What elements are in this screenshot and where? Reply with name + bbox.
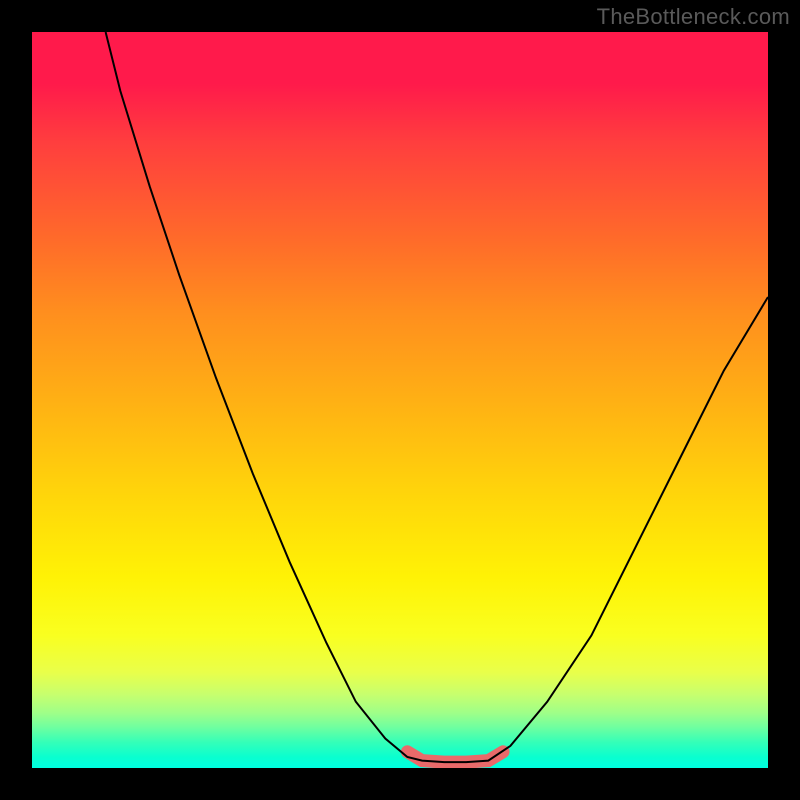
plot-area bbox=[32, 32, 768, 768]
bottleneck-curve bbox=[106, 32, 768, 762]
watermark-text: TheBottleneck.com bbox=[597, 4, 790, 30]
curve-svg bbox=[32, 32, 768, 768]
chart-frame: TheBottleneck.com bbox=[0, 0, 800, 800]
